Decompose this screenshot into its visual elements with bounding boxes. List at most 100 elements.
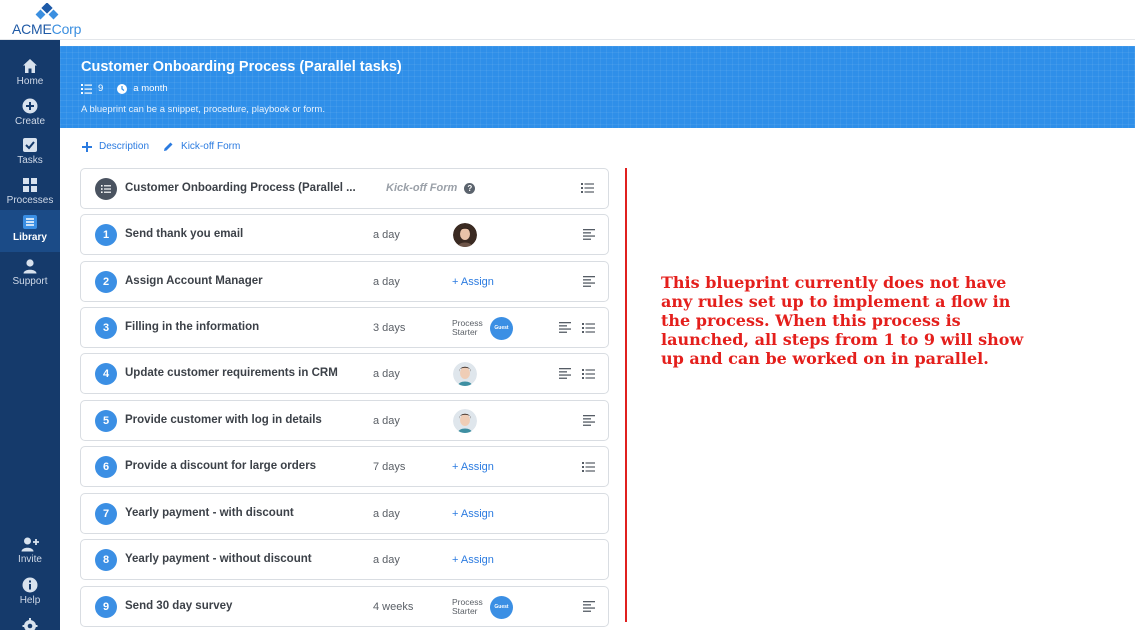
sidebar-item-label: Create [14,116,45,127]
list-icon[interactable] [582,322,595,334]
step-deadline: a day [373,229,400,241]
notes-icon[interactable] [583,276,595,287]
blueprint-actions: Description Kick-off Form [82,141,254,152]
list-icon[interactable] [582,461,595,473]
step-number: 3 [95,317,117,339]
info-icon [22,577,38,593]
list-icon [81,83,92,94]
user-icon [23,259,37,274]
page-title: Customer Onboarding Process (Parallel ta… [81,59,402,75]
kickoff-form-text: Kick-off Form [386,182,458,194]
step-deadline: a day [373,415,400,427]
step-title: Send 30 day survey [125,600,233,612]
step-count-value: 9 [98,83,104,94]
notes-icon[interactable] [559,368,571,379]
step-deadline: 4 weeks [373,601,414,613]
sidebar-item-label: Tasks [17,155,43,166]
blueprint-meta: 9 a month [81,83,182,94]
guest-badge[interactable]: Guest [490,317,513,340]
step-number: 8 [95,549,117,571]
step-deadline: a day [373,508,400,520]
step-row[interactable]: 1 Send thank you email a day [80,214,609,255]
step-deadline: a day [373,276,400,288]
sidebar-item-library[interactable]: Library [0,210,60,252]
step-row[interactable]: 4 Update customer requirements in CRM a … [80,353,609,394]
edit-kickoff-form-label: Kick-off Form [181,141,241,152]
step-row[interactable]: 3 Filling in the information 3 days Proc… [80,307,609,348]
step-title: Send thank you email [125,228,244,240]
assign-button[interactable]: + Assign [452,461,494,473]
list-icon[interactable] [581,182,594,194]
step-number: 2 [95,271,117,293]
step-row[interactable]: 7 Yearly payment - with discount a day +… [80,493,609,534]
sidebar-item-help[interactable]: Help [0,573,60,611]
process-starter-label: Process Starter [452,597,483,616]
blueprint-description: A blueprint can be a snippet, procedure,… [81,104,325,115]
step-row[interactable]: 9 Send 30 day survey 4 weeks Process Star… [80,586,609,627]
guest-badge[interactable]: Guest [490,596,513,619]
step-title: Filling in the information [125,321,260,333]
clock-icon [117,83,128,94]
notes-icon[interactable] [583,601,595,612]
process-starter-label: Process Starter [452,318,483,337]
assign-button[interactable]: + Assign [452,508,494,520]
step-row[interactable]: 8 Yearly payment - without discount a da… [80,539,609,580]
logo-diamond-icon [35,3,59,20]
sidebar-item-label: Library [13,232,47,243]
step-title: Assign Account Manager [125,275,263,287]
kickoff-row-icon [95,178,117,200]
notes-icon[interactable] [583,415,595,426]
step-title: Provide a discount for large orders [125,460,317,472]
sidebar-item-home[interactable]: Home [0,54,60,92]
notes-icon[interactable] [583,229,595,240]
step-deadline: a day [373,368,400,380]
sidebar-item-support[interactable]: Support [0,254,60,292]
step-row[interactable]: 6 Provide a discount for large orders 7 … [80,446,609,487]
sidebar-item-label: Help [19,595,41,606]
annotation-note: This blueprint currently does not have a… [661,273,1024,368]
sidebar-item-tasks[interactable]: Tasks [0,133,60,171]
last-updated: a month [117,83,168,94]
sidebar-item-label: Support [12,276,48,287]
assignee-avatar[interactable] [453,409,477,433]
assignee-avatar[interactable] [453,362,477,386]
step-count: 9 [81,83,103,94]
step-row[interactable]: 5 Provide customer with log in details a… [80,400,609,441]
notes-icon[interactable] [559,322,571,333]
step-deadline: 7 days [373,461,406,473]
step-deadline: a day [373,554,400,566]
sidebar: Home Create Tasks Processes Library Supp… [0,40,60,630]
assign-button[interactable]: + Assign [452,554,494,566]
list-icon[interactable] [582,368,595,380]
logo-wordmark: ACMECorp [12,21,82,37]
plus-circle-icon [22,98,38,114]
step-title: Yearly payment - with discount [125,507,294,519]
help-icon[interactable]: ? [464,182,476,194]
step-title: Yearly payment - without discount [125,553,312,565]
step-number: 7 [95,503,117,525]
add-user-icon [21,537,39,552]
last-updated-value: a month [133,83,168,94]
step-number: 1 [95,224,117,246]
blueprint-header: Customer Onboarding Process (Parallel ta… [60,46,1135,128]
settings-gear-icon[interactable] [22,618,38,630]
edit-kickoff-form-button[interactable]: Kick-off Form [163,141,240,152]
grid-icon [23,178,37,192]
add-description-label: Description [99,141,150,152]
acme-logo[interactable]: ACMECorp [12,3,92,37]
pencil-icon [164,142,173,151]
step-row[interactable]: 2 Assign Account Manager a day + Assign [80,261,609,302]
sidebar-item-processes[interactable]: Processes [0,173,60,211]
kickoff-form-row[interactable]: Customer Onboarding Process (Parallel ..… [80,168,609,209]
plus-icon [82,141,92,152]
add-description-button[interactable]: Description [82,141,149,152]
assign-button[interactable]: + Assign [452,276,494,288]
kickoff-form-label: Kick-off Form? [386,182,476,194]
annotation-divider [625,168,627,622]
sidebar-item-invite[interactable]: Invite [0,532,60,570]
sidebar-item-create[interactable]: Create [0,94,60,132]
step-title: Provide customer with log in details [125,414,322,426]
assignee-avatar[interactable] [453,223,477,247]
sidebar-item-label: Home [16,76,44,87]
step-title: Update customer requirements in CRM [125,367,338,379]
